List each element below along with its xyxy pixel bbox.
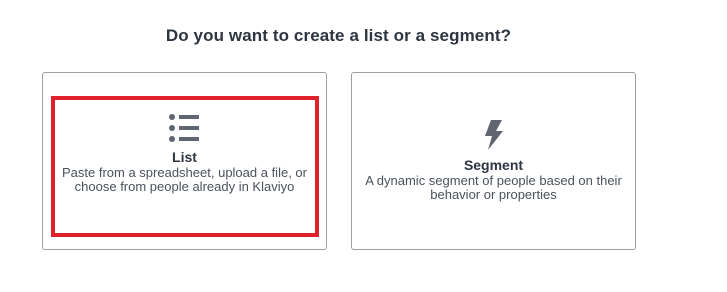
- create-list-or-segment-page: Do you want to create a list or a segmen…: [0, 0, 727, 292]
- list-icon: [168, 114, 199, 142]
- list-option-content: List Paste from a spreadsheet, upload a …: [43, 113, 326, 193]
- list-option-card[interactable]: List Paste from a spreadsheet, upload a …: [42, 72, 327, 250]
- segment-option-content: Segment A dynamic segment of people base…: [352, 119, 635, 201]
- page-title: Do you want to create a list or a segmen…: [165, 26, 512, 45]
- segment-option-label: Segment: [463, 157, 524, 173]
- segment-option-description: A dynamic segment of people based on the…: [365, 173, 622, 202]
- segment-option-card[interactable]: Segment A dynamic segment of people base…: [351, 72, 636, 250]
- lightning-bolt-icon: [484, 120, 503, 150]
- list-option-label: List: [172, 149, 197, 165]
- list-option-description: Paste from a spreadsheet, upload a file,…: [62, 165, 307, 194]
